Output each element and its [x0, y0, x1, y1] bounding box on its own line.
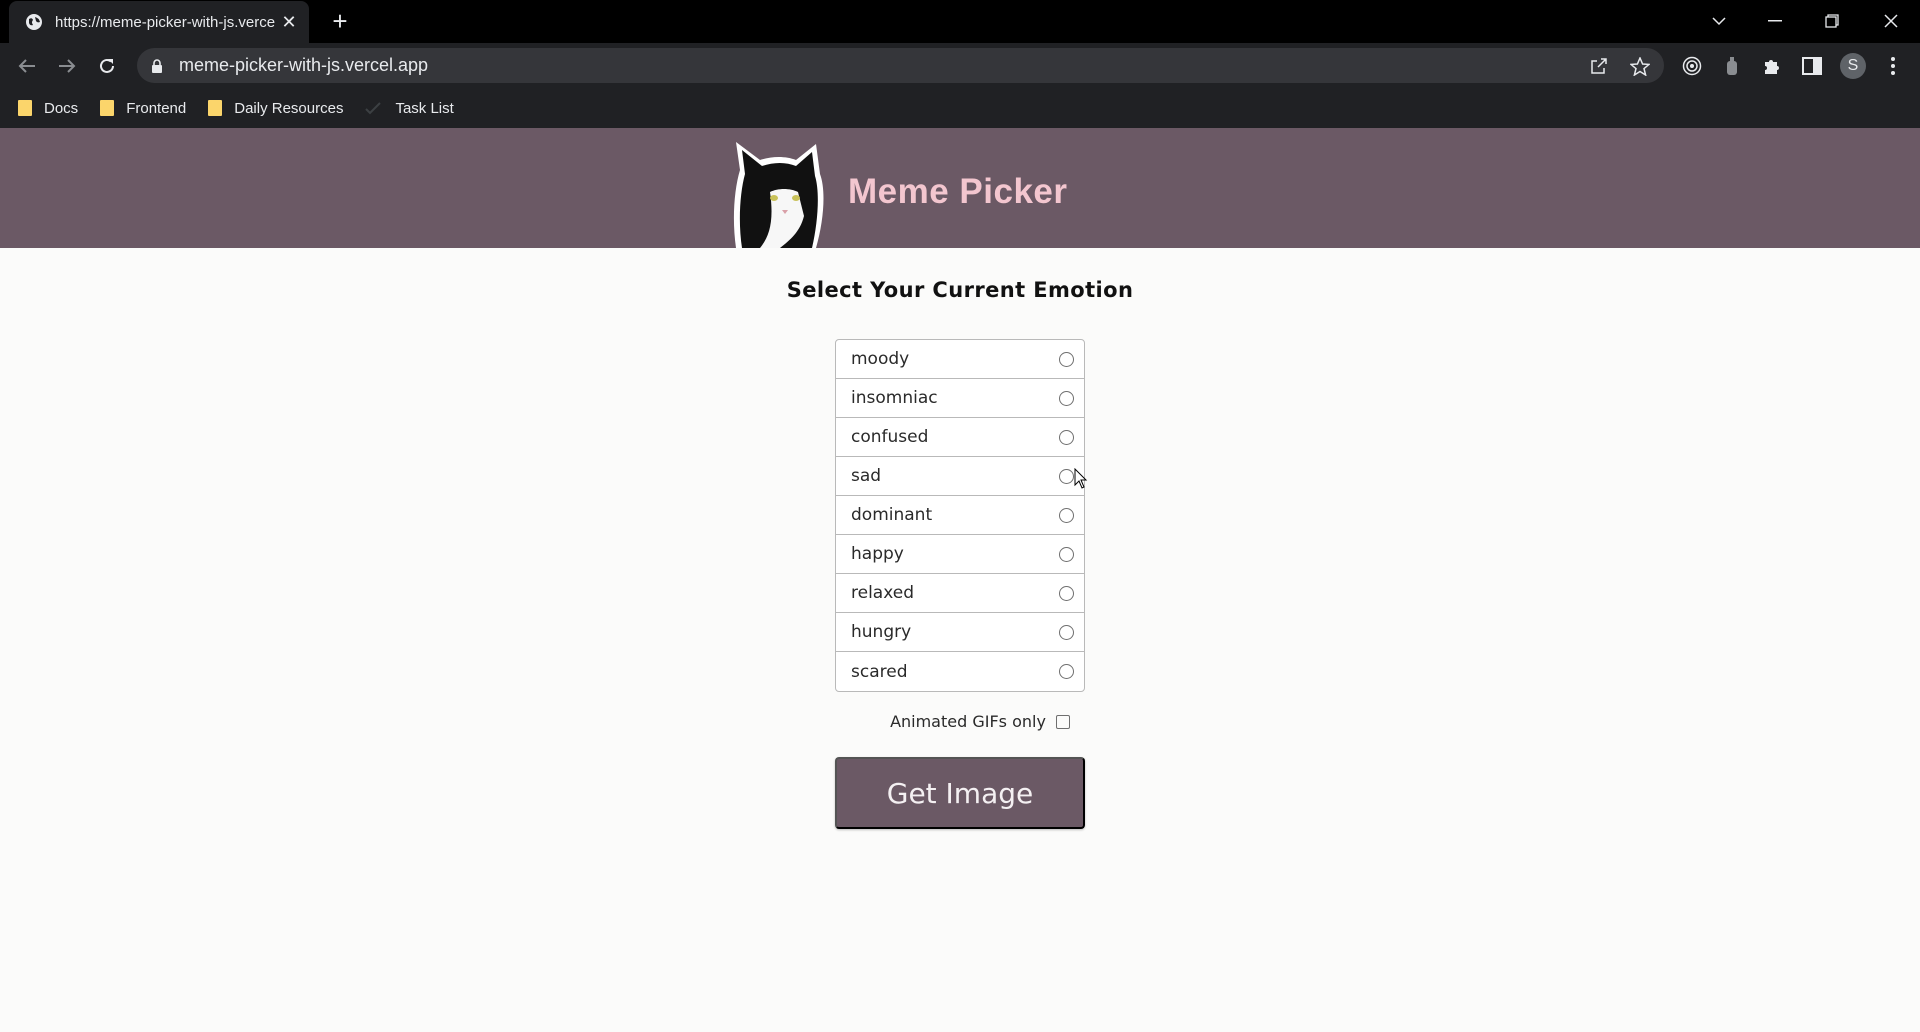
side-panel-icon[interactable] [1797, 51, 1827, 81]
page-content: Meme Picker Select Your Current Emotion … [0, 128, 1920, 1032]
emotion-radio-list: moody insomniac confused sad dominant ha… [835, 339, 1085, 692]
emotion-radio[interactable] [1059, 468, 1074, 484]
bookmark-docs[interactable]: Docs [18, 100, 78, 117]
mouse-cursor-icon [1074, 468, 1088, 489]
lock-icon [152, 58, 162, 73]
new-tab-icon[interactable]: + [326, 8, 354, 36]
site-title: Meme Picker [848, 172, 1068, 211]
reload-icon[interactable] [92, 51, 122, 81]
emotion-option-confused[interactable]: confused [836, 418, 1084, 457]
bookmark-label: Frontend [126, 99, 187, 117]
forward-arrow-icon[interactable] [52, 51, 82, 81]
emotion-option-happy[interactable]: happy [836, 535, 1084, 574]
animated-gif-checkbox[interactable] [1055, 714, 1070, 729]
browser-toolbar: meme-picker-with-js.vercel.app S [0, 43, 1920, 88]
emotion-option-sad[interactable]: sad [836, 457, 1084, 496]
emotion-label: dominant [851, 505, 933, 525]
check-icon [365, 102, 382, 115]
address-bar[interactable]: meme-picker-with-js.vercel.app [137, 48, 1664, 83]
extension-bottle-icon[interactable] [1717, 51, 1747, 81]
emotion-radio[interactable] [1059, 664, 1074, 679]
emotion-radio[interactable] [1059, 624, 1074, 640]
minimize-icon[interactable] [1760, 6, 1790, 36]
bookmark-label: Docs [44, 99, 79, 117]
bookmark-label: Daily Resources [234, 99, 344, 117]
emotion-option-hungry[interactable]: hungry [836, 613, 1084, 652]
emotion-label: scared [851, 661, 908, 682]
extensions-puzzle-icon[interactable] [1757, 51, 1787, 81]
emotion-label: relaxed [851, 583, 915, 603]
emotion-radio[interactable] [1059, 546, 1074, 562]
close-tab-icon[interactable]: ✕ [279, 12, 299, 33]
bookmark-frontend[interactable]: Frontend [100, 100, 186, 117]
bookmark-star-icon[interactable] [1629, 55, 1651, 77]
emotion-option-scared[interactable]: scared [836, 652, 1084, 691]
bookmark-daily-resources[interactable]: Daily Resources [208, 100, 343, 117]
emotion-radio[interactable] [1059, 351, 1074, 367]
folder-icon [18, 100, 32, 116]
tab-title: https://meme-picker-with-js.vercel.app [55, 13, 275, 31]
globe-icon [26, 14, 42, 30]
emotion-label: sad [851, 466, 882, 486]
menu-kebab-icon[interactable] [1878, 51, 1908, 81]
folder-icon [208, 100, 223, 116]
emotion-radio[interactable] [1059, 507, 1074, 523]
emotion-label: hungry [851, 622, 912, 642]
tab-search-icon[interactable] [1704, 6, 1734, 36]
site-header: Meme Picker [0, 128, 1920, 248]
emotion-option-moody[interactable]: moody [836, 340, 1084, 379]
emotion-radio[interactable] [1059, 390, 1074, 406]
url-text: meme-picker-with-js.vercel.app [179, 55, 429, 75]
cat-logo-icon [733, 142, 824, 248]
back-arrow-icon[interactable] [12, 51, 42, 81]
folder-icon [100, 100, 115, 116]
animated-gif-label: Animated GIFs only [890, 712, 1046, 731]
get-image-button[interactable]: Get Image [835, 757, 1085, 829]
bookmarks-bar: Docs Frontend Daily Resources Task List [0, 88, 1920, 128]
browser-tab[interactable]: https://meme-picker-with-js.vercel.app ✕ [9, 1, 309, 43]
emotion-option-relaxed[interactable]: relaxed [836, 574, 1084, 613]
animated-gif-option: Animated GIFs only [0, 712, 1920, 731]
close-window-icon[interactable] [1876, 6, 1906, 36]
emotion-label: confused [851, 427, 929, 447]
emotion-label: happy [851, 544, 904, 564]
emotion-radio[interactable] [1059, 429, 1074, 445]
emotion-option-insomniac[interactable]: insomniac [836, 379, 1084, 418]
emotion-label: insomniac [851, 388, 938, 408]
browser-tab-strip: https://meme-picker-with-js.vercel.app ✕… [0, 0, 1920, 43]
emotion-option-dominant[interactable]: dominant [836, 496, 1084, 535]
bookmark-task-list[interactable]: Task List [365, 99, 454, 117]
extension-target-icon[interactable] [1677, 51, 1707, 81]
profile-avatar[interactable]: S [1838, 51, 1868, 81]
emotion-label: moody [851, 349, 910, 369]
emotion-radio[interactable] [1059, 585, 1074, 601]
bookmark-label: Task List [395, 99, 454, 117]
restore-icon[interactable] [1817, 6, 1847, 36]
share-icon[interactable] [1588, 55, 1610, 77]
emotion-prompt-heading: Select Your Current Emotion [786, 278, 1134, 302]
